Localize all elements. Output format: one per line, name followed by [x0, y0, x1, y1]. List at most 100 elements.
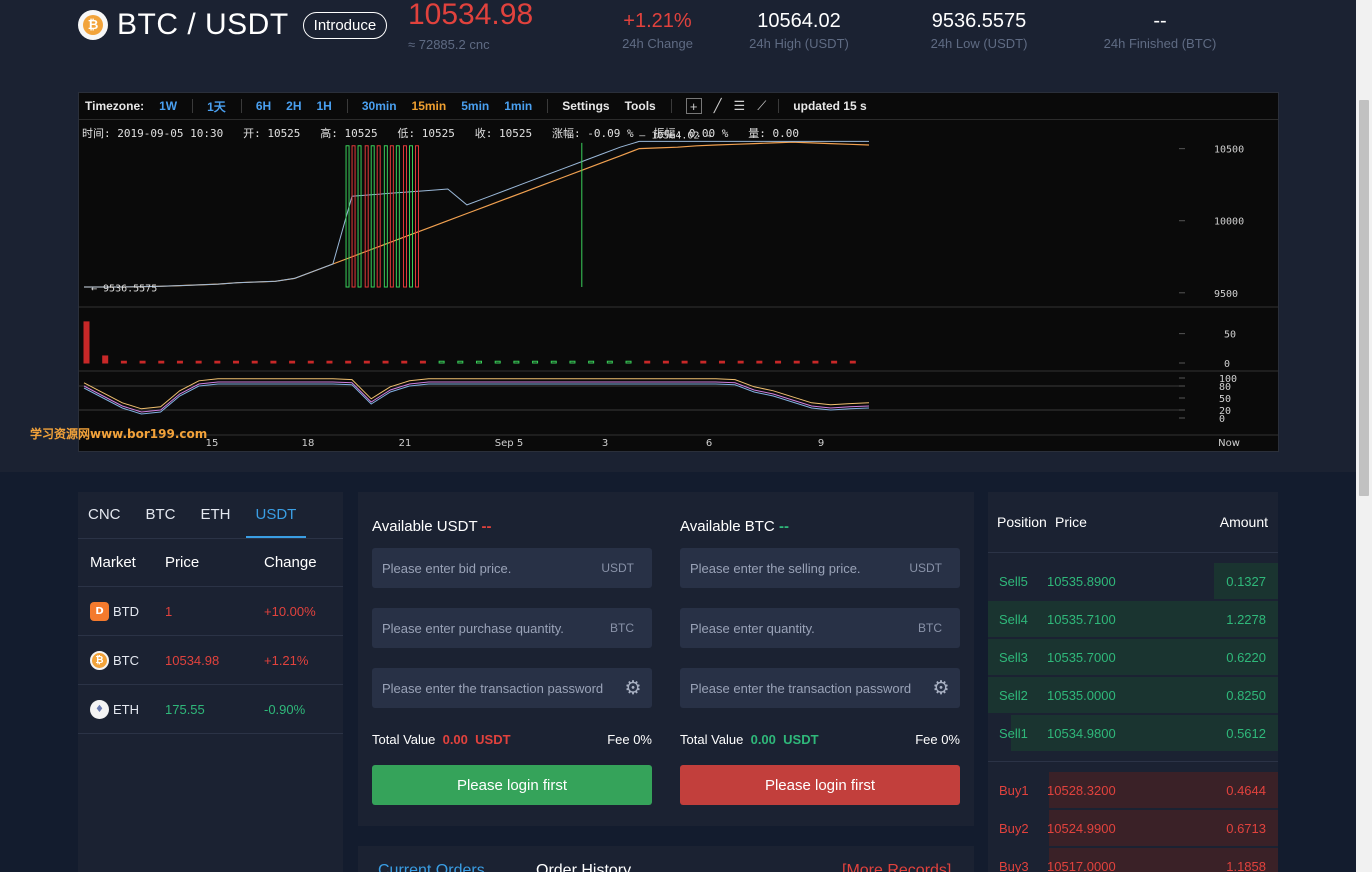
volume-bar [251, 360, 258, 364]
order-amount: 1.1858 [1226, 858, 1266, 872]
tab-cnc[interactable]: CNC [78, 492, 131, 538]
selling-price-input[interactable]: Please enter the selling price. USDT [680, 548, 960, 588]
volume-bar [831, 360, 838, 364]
buy-order-row[interactable]: Buy1 10528.3200 0.4644 [988, 771, 1278, 809]
stat-24h-finished: -- 24h Finished (BTC) [1103, 10, 1217, 51]
sell-order-row[interactable]: Sell4 10535.7100 1.2278 [988, 600, 1278, 638]
interval-1min[interactable]: 1min [504, 99, 532, 113]
candle [357, 145, 362, 288]
time-axis-label: Now [1218, 438, 1240, 449]
market-row-btd[interactable]: D BTD 1 +10.00% [78, 587, 343, 636]
order-amount: 0.6220 [1226, 649, 1266, 665]
order-price: 10517.0000 [1047, 858, 1116, 872]
sell-order-row[interactable]: Sell5 10535.8900 0.1327 [988, 562, 1278, 600]
markets-panel: CNC BTC ETH USDT Market Price Change D BT… [78, 492, 343, 872]
volume-bar [662, 360, 669, 364]
gear-icon[interactable]: ⚙ [624, 677, 642, 699]
time-axis-label: 6 [706, 438, 712, 449]
interval-1d[interactable]: 1天 [207, 98, 226, 115]
buy-login-button[interactable]: Please login first [372, 765, 652, 805]
toolbar-divider [240, 99, 242, 113]
volume-bar [289, 360, 296, 364]
horizontal-lines-icon[interactable]: ☰ [734, 98, 746, 114]
tab-current-orders[interactable]: Current Orders [378, 862, 485, 872]
fan-icon[interactable]: ⟋ [757, 98, 766, 114]
gear-icon[interactable]: ⚙ [932, 677, 950, 699]
tab-eth[interactable]: ETH [191, 492, 241, 538]
interval-5min[interactable]: 5min [461, 99, 489, 113]
order-amount: 0.5612 [1226, 725, 1266, 741]
tab-btc[interactable]: BTC [136, 492, 186, 538]
available-btc: Available BTC -- [680, 518, 789, 535]
volume-bar [532, 360, 539, 364]
interval-30min[interactable]: 30min [362, 99, 397, 113]
price-series-line [84, 141, 870, 288]
order-price: 10534.9800 [1047, 725, 1116, 741]
settings-menu[interactable]: Settings [562, 99, 609, 113]
interval-1h[interactable]: 1H [317, 99, 332, 113]
market-name: ETH [113, 701, 139, 717]
time-axis-label: Sep 5 [495, 438, 523, 449]
line-icon[interactable]: ╱ [714, 98, 722, 114]
tools-menu[interactable]: Tools [625, 99, 656, 113]
price-axis-label: 10000 [1214, 217, 1244, 228]
tab-usdt[interactable]: USDT [245, 492, 307, 538]
volume-bar [625, 360, 632, 364]
sell-order-row[interactable]: Sell3 10535.7000 0.6220 [988, 638, 1278, 676]
market-row-eth[interactable]: ♦ ETH 175.55 -0.90% [78, 685, 343, 734]
sell-password-input[interactable]: Please enter the transaction password ⚙ [680, 668, 960, 708]
stat-24h-high: 10564.02 24h High (USDT) [749, 10, 849, 51]
stat-24h-change: +1.21% 24h Change [622, 10, 693, 51]
price-axis-label: 10500 [1214, 145, 1244, 156]
scrollbar-thumb[interactable] [1359, 100, 1369, 496]
order-pos: Sell5 [999, 573, 1028, 589]
chart-canvas[interactable]: 10500100009500— 10564.02 →← 9536.5575500… [79, 120, 1278, 451]
col-amount: Amount [1219, 514, 1268, 530]
introduce-button[interactable]: Introduce [302, 11, 388, 39]
close-series-line [84, 140, 869, 288]
volume-bar [700, 360, 707, 364]
interval-15min[interactable]: 15min [412, 99, 447, 113]
kline-chart[interactable]: Timezone: 1W 1天 6H 2H 1H 30min 15min 5mi… [78, 92, 1279, 452]
buy-order-row[interactable]: Buy3 10517.0000 1.1858 [988, 847, 1278, 872]
candle [408, 145, 413, 288]
indicator-axis-label: 50 [1219, 394, 1231, 405]
buy-password-input[interactable]: Please enter the transaction password ⚙ [372, 668, 652, 708]
volume-bar [550, 360, 557, 364]
interval-1w[interactable]: 1W [159, 99, 177, 113]
tab-order-history[interactable]: Order History [536, 862, 631, 872]
candle [389, 145, 394, 288]
sell-login-button[interactable]: Please login first [680, 765, 960, 805]
last-price: 10534.98 [408, 0, 534, 31]
buy-order-row[interactable]: Buy2 10524.9900 0.6713 [988, 809, 1278, 847]
volume-bar [588, 360, 595, 364]
market-change: +1.21% [264, 652, 309, 668]
sell-order-row[interactable]: Sell2 10535.0000 0.8250 [988, 676, 1278, 714]
order-book-divider [988, 761, 1278, 762]
market-row-btc[interactable]: ₿ BTC 10534.98 +1.21% [78, 636, 343, 685]
volume-bar [307, 360, 314, 364]
order-amount: 0.6713 [1226, 820, 1266, 836]
sell-order-row[interactable]: Sell1 10534.9800 0.5612 [988, 714, 1278, 752]
market-change: +10.00% [264, 603, 316, 619]
col-position: Position [997, 514, 1047, 530]
order-amount: 0.1327 [1226, 573, 1266, 589]
purchase-quantity-input[interactable]: Please enter purchase quantity. BTC [372, 608, 652, 648]
interval-2h[interactable]: 2H [286, 99, 301, 113]
bid-price-input[interactable]: Please enter bid price. USDT [372, 548, 652, 588]
order-pos: Buy1 [999, 782, 1029, 798]
order-book-header: Position Price Amount [988, 492, 1278, 553]
toolbar-divider [670, 99, 672, 113]
page-scrollbar[interactable] [1356, 0, 1372, 872]
sell-quantity-input[interactable]: Please enter quantity. BTC [680, 608, 960, 648]
interval-6h[interactable]: 6H [256, 99, 271, 113]
pair-header: ₿ BTC / USDT Introduce [78, 8, 388, 42]
more-records-link[interactable]: [More Records] [842, 862, 951, 872]
stat-24h-low: 9536.5575 24h Low (USDT) [930, 10, 1028, 51]
volume-bar [849, 360, 856, 364]
order-amount: 1.2278 [1226, 611, 1266, 627]
crosshair-icon[interactable]: + [685, 98, 702, 114]
order-pos: Buy2 [999, 820, 1029, 836]
markets-header: Market Price Change [78, 539, 343, 587]
candle [402, 145, 407, 288]
